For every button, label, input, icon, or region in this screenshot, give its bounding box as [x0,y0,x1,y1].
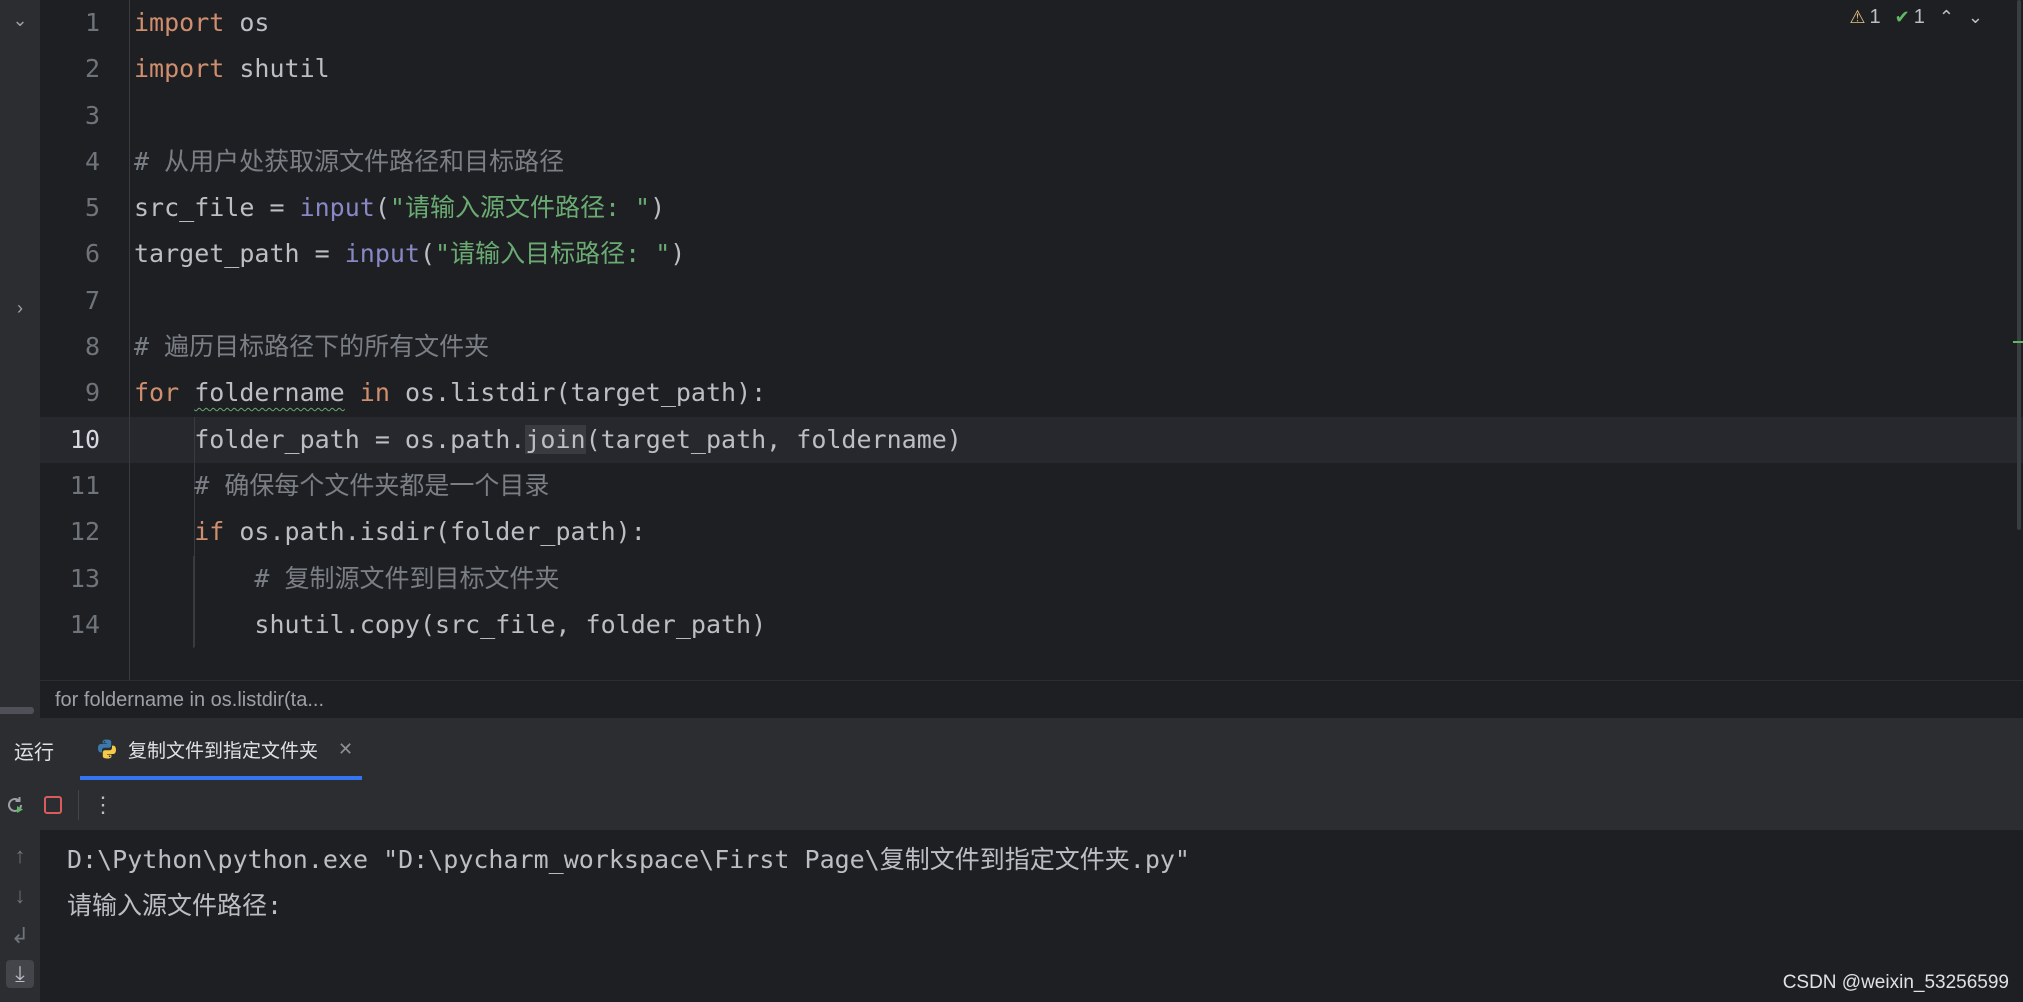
code-line-4[interactable]: # 从用户处获取源文件路径和目标路径 [130,139,564,185]
more-options-icon[interactable]: ⋮ [90,792,116,818]
chevron-down-icon[interactable]: ⌄ [10,10,30,30]
line-number: 14 [69,610,100,639]
watermark: CSDN @weixin_53256599 [1782,972,2009,993]
editor-scrollbar[interactable] [2015,0,2023,530]
chevron-right-icon[interactable]: › [10,298,30,318]
scroll-thumb[interactable] [2017,0,2021,530]
line-number: 13 [69,564,100,593]
console-side-toolbar: ↑ ↓ ↲ ⤓ [0,830,40,1002]
code-line-10[interactable]: folder_path = os.path.join(target_path, … [130,417,962,463]
strip-divider [0,707,34,714]
line-number: 5 [84,193,100,222]
ok-indicator[interactable]: ✔ 1 [1895,6,1925,29]
chevron-down-icon[interactable]: ⌄ [1968,7,1983,28]
line-number-current: 10 [69,425,100,454]
line-number: 9 [84,378,100,407]
chevron-up-icon[interactable]: ⌃ [1939,7,1954,28]
tool-window-title: 运行 [14,742,54,764]
line-number: 2 [84,54,100,83]
code-line-6[interactable]: target_path = input("请输入目标路径: ") [130,231,685,277]
code-line-12[interactable]: if os.path.isdir(folder_path): [130,509,646,555]
run-tool-window: 运行 复制文件到指定文件夹 ✕ ⋮ ↑ ↓ ↲ ⤓ D:\Python\pyth… [0,718,2023,1002]
stop-button[interactable] [40,792,66,818]
line-number: 8 [84,332,100,361]
code-line-11[interactable]: # 确保每个文件夹都是一个目录 [130,463,549,509]
breadcrumb-label[interactable]: for foldername in os.listdir(ta... [55,689,324,711]
scroll-to-end-icon[interactable]: ⤓ [6,960,34,988]
ok-count: 1 [1913,6,1925,28]
line-number: 6 [84,239,100,268]
python-icon [98,739,116,759]
code-text-area[interactable]: import os import shutil # 从用户处获取源文件路径和目标… [130,0,2023,680]
code-line-8[interactable]: # 遍历目标路径下的所有文件夹 [130,324,489,370]
line-number: 3 [84,101,100,130]
code-line-7[interactable] [130,278,134,324]
code-line-14[interactable]: shutil.copy(src_file, folder_path) [130,602,766,648]
check-icon: ✔ [1894,7,1910,27]
code-line-1[interactable]: import os [130,0,269,46]
arrow-down-icon[interactable]: ↓ [6,882,34,910]
console-output[interactable]: D:\Python\python.exe "D:\pycharm_workspa… [40,830,2023,1002]
warnings-count: 1 [1869,6,1881,28]
rerun-icon [8,797,23,813]
tool-window-header: 运行 复制文件到指定文件夹 ✕ [0,718,2023,781]
toolbar-separator [78,790,79,820]
line-number: 4 [84,147,100,176]
soft-wrap-icon[interactable]: ↲ [6,922,34,950]
code-line-9[interactable]: for foldername in os.listdir(target_path… [130,370,766,416]
code-line-2[interactable]: import shutil [130,46,330,92]
scroll-change-marker [2013,341,2023,343]
line-number-gutter: 1 2 3 4 5 6 7 8 9 10 11 12 13 14 [40,0,130,680]
warning-icon: ⚠ [1849,7,1866,27]
stop-icon [44,796,62,814]
inspection-widget[interactable]: ⚠ 1 ✔ 1 ⌃ ⌄ [1849,6,1983,29]
run-config-tab[interactable]: 复制文件到指定文件夹 ✕ [80,718,362,780]
warnings-indicator[interactable]: ⚠ 1 [1849,6,1880,29]
line-number: 11 [69,471,100,500]
line-number: 12 [69,517,100,546]
breadcrumb[interactable]: for foldername in os.listdir(ta... [40,680,2023,718]
console-line-command: D:\Python\python.exe "D:\pycharm_workspa… [67,845,1190,874]
line-number: 1 [84,8,100,37]
arrow-up-icon[interactable]: ↑ [6,842,34,870]
left-tool-strip: ⌄ › [0,0,40,718]
code-editor[interactable]: ⌄ › 1 2 3 4 5 6 7 8 9 10 11 12 13 14 imp… [0,0,2023,718]
close-icon[interactable]: ✕ [338,739,353,760]
line-number: 7 [84,286,100,315]
run-toolbar: ⋮ [0,780,2023,831]
code-line-3[interactable] [130,93,134,139]
rerun-button[interactable] [2,792,28,818]
console-line-prompt[interactable]: 请输入源文件路径: [67,886,297,922]
run-tab-label: 复制文件到指定文件夹 [128,740,319,762]
code-line-13[interactable]: # 复制源文件到目标文件夹 [130,556,559,602]
code-line-5[interactable]: src_file = input("请输入源文件路径: ") [130,185,665,231]
